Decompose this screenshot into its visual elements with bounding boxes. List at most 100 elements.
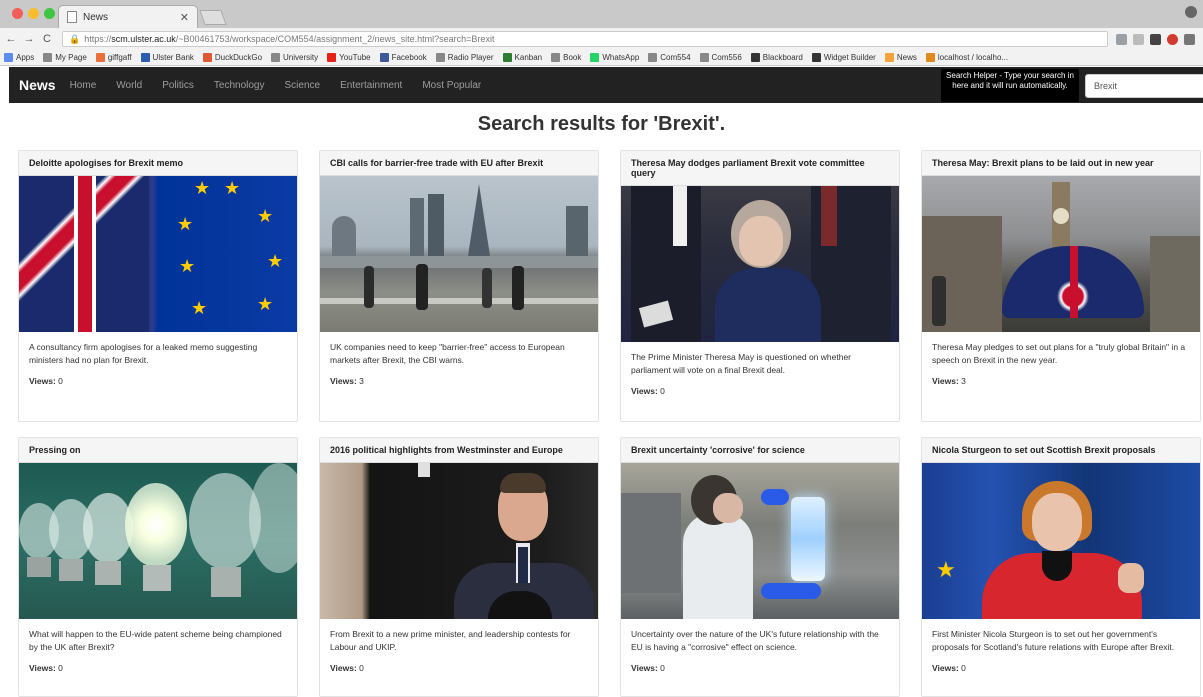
bookmark-item[interactable]: Radio Player [435,53,494,62]
bookmark-label: My Page [55,53,87,62]
url-input[interactable]: 🔒 https://scm.ulster.ac.uk/~B00461753/wo… [62,31,1108,47]
bookmark-label: Apps [16,53,35,62]
card-title[interactable]: Theresa May: Brexit plans to be laid out… [922,151,1200,176]
site-brand[interactable]: News [19,77,56,93]
bookmark-item[interactable]: Facebook [379,53,427,62]
card-body: Uncertainty over the nature of the UK's … [621,619,899,684]
zoom-icon[interactable] [1116,33,1127,45]
star-icon: ★ [257,206,274,226]
reload-icon[interactable]: C [40,33,54,45]
profile-icon[interactable] [1185,6,1197,18]
bookmark-item[interactable]: Ulster Bank [140,53,194,62]
card-title[interactable]: Theresa May dodges parliament Brexit vot… [621,151,899,186]
card-summary: Uncertainty over the nature of the UK's … [631,629,879,652]
address-bar-row: ← → C 🔒 https://scm.ulster.ac.uk/~B00461… [0,28,1203,50]
close-tab-icon[interactable]: ✕ [180,11,189,24]
bookmark-item[interactable]: News [884,53,917,62]
nav-technology[interactable]: Technology [214,80,265,91]
tower-shape [428,194,444,256]
new-tab-button[interactable] [199,10,227,25]
article-card[interactable]: Theresa May dodges parliament Brexit vot… [620,150,900,422]
bookmark-item[interactable]: localhost / localho... [925,53,1008,62]
glowing-cylinder-shape [791,497,825,581]
bookmark-item[interactable]: University [271,53,318,62]
browser-tab[interactable]: News ✕ [58,5,198,28]
article-card[interactable]: CBI calls for barrier-free trade with EU… [319,150,599,422]
card-title[interactable]: 2016 political highlights from Westminst… [320,438,598,463]
article-image[interactable] [621,186,899,342]
article-image[interactable]: ★ ★ ★ ★ ★ ★ ★ ★ [19,176,297,332]
star-icon: ★ [224,178,241,198]
article-card[interactable]: 2016 political highlights from Westminst… [319,437,599,697]
bookmark-icon [925,53,935,62]
bookmark-item[interactable]: giffgaff [95,53,132,62]
bookmark-item[interactable]: My Page [43,53,87,62]
article-card[interactable]: Nicola Sturgeon to set out Scottish Brex… [921,437,1201,697]
bookmark-item[interactable]: Apps [4,53,34,62]
bookmark-item[interactable]: Widget Builder [811,53,876,62]
card-title[interactable]: CBI calls for barrier-free trade with EU… [320,151,598,176]
pedestrian-shape [416,264,428,310]
article-image[interactable] [19,463,297,619]
maximize-window-button[interactable] [44,8,55,19]
star-icon: ★ [257,294,274,314]
building-shape [1150,236,1200,332]
bookmark-icon [750,53,760,62]
extension-red-icon[interactable] [1167,33,1178,45]
article-image[interactable] [621,463,899,619]
article-image[interactable] [320,176,598,332]
bookmark-icon [551,53,561,62]
close-window-button[interactable] [12,8,23,19]
article-image[interactable] [922,176,1200,332]
card-title[interactable]: Deloitte apologises for Brexit memo [19,151,297,176]
bookmark-icon [811,53,821,62]
nav-world[interactable]: World [116,80,142,91]
article-card[interactable]: Theresa May: Brexit plans to be laid out… [921,150,1201,422]
nav-science[interactable]: Science [284,80,320,91]
url-text: https://scm.ulster.ac.uk/~B00461753/work… [84,34,495,44]
bookmark-item[interactable]: WhatsApp [590,53,639,62]
nav-home[interactable]: Home [70,80,97,91]
bookmark-label: Blackboard [762,53,803,62]
article-image[interactable]: ★ [922,463,1200,619]
star-icon: ★ [177,214,194,234]
card-title[interactable]: Brexit uncertainty 'corrosive' for scien… [621,438,899,463]
bookmark-item[interactable]: Com554 [648,53,691,62]
article-card[interactable]: Brexit uncertainty 'corrosive' for scien… [620,437,900,697]
lock-icon: 🔒 [69,33,81,44]
bookmark-item[interactable]: Com556 [699,53,742,62]
article-card[interactable]: Deloitte apologises for Brexit memo ★ ★ … [18,150,298,422]
star-icon: ★ [936,557,956,582]
bookmark-icon [648,53,658,62]
minimize-window-button[interactable] [28,8,39,19]
lab-coat-shape [683,513,753,619]
card-body: First Minister Nicola Sturgeon is to set… [922,619,1200,684]
bulb-base-shape [143,565,171,591]
blue-glove-shape [761,583,821,599]
bookmark-item[interactable]: Book [551,53,581,62]
forward-arrow-icon[interactable]: → [22,33,36,45]
card-views: Views: 0 [631,663,665,673]
bookmark-star-icon[interactable] [1133,33,1144,45]
bookmark-item[interactable]: Kanban [502,53,542,62]
extension-icon[interactable] [1150,33,1161,45]
dome-building-shape [332,216,356,256]
card-title[interactable]: Pressing on [19,438,297,463]
card-views: Views: 0 [29,376,63,386]
search-input[interactable] [1085,74,1203,98]
site-navbar: News Home World Politics Technology Scie… [9,67,1203,103]
article-image[interactable] [320,463,598,619]
menu-icon[interactable] [1184,33,1195,45]
card-title[interactable]: Nicola Sturgeon to set out Scottish Brex… [922,438,1200,463]
article-card[interactable]: Pressing on What will happen to the EU-w… [18,437,298,697]
bookmark-item[interactable]: Blackboard [750,53,803,62]
nav-politics[interactable]: Politics [162,80,194,91]
nav-entertainment[interactable]: Entertainment [340,80,402,91]
bookmark-icon [95,53,105,62]
bookmark-item[interactable]: DuckDuckGo [202,53,262,62]
tower-shape [566,206,588,256]
back-arrow-icon[interactable]: ← [4,33,18,45]
bulb-base-shape [59,559,83,581]
bookmark-item[interactable]: YouTube [327,53,371,62]
nav-most-popular[interactable]: Most Popular [422,80,481,91]
